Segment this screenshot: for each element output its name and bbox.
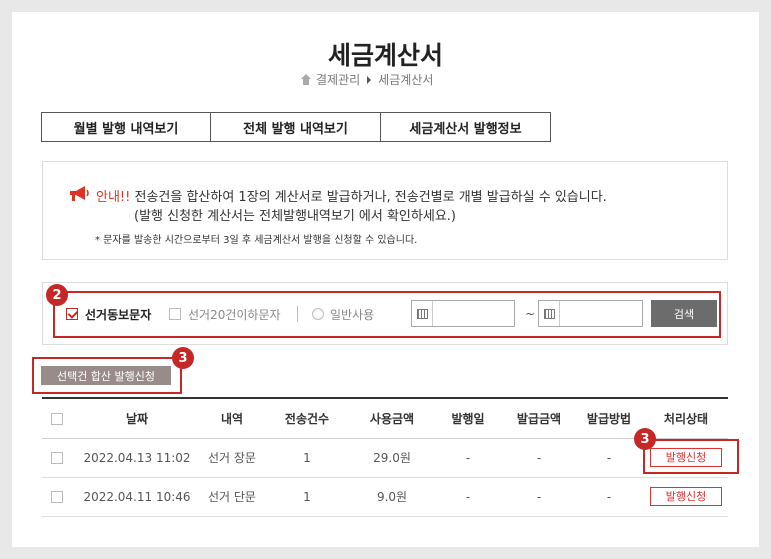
filter-election-small-label: 선거20건이하문자 xyxy=(188,308,281,322)
cell-issue-date: - xyxy=(465,489,471,504)
breadcrumb: 결제관리 세금계산서 xyxy=(300,71,433,88)
end-date-input[interactable] xyxy=(538,300,643,327)
search-button[interactable]: 검색 xyxy=(651,300,717,327)
column-header: 전송건수 xyxy=(284,411,330,426)
breadcrumb-item: 세금계산서 xyxy=(378,73,434,87)
column-header: 발행일 xyxy=(451,411,485,426)
cell-item: 선거 단문 xyxy=(208,490,256,504)
cell-issue-amount: - xyxy=(536,489,542,504)
filter-general-label: 일반사용 xyxy=(330,308,375,322)
cell-item: 선거 장문 xyxy=(208,451,256,465)
cell-method: - xyxy=(606,489,612,504)
megaphone-icon xyxy=(70,186,89,201)
filter-general-radio[interactable] xyxy=(312,308,324,320)
filter-election-bulk-label: 선거동보문자 xyxy=(85,308,152,322)
chevron-right-icon xyxy=(367,75,372,84)
batch-request-button[interactable]: 선택건 합산 발행신청 xyxy=(41,366,171,385)
calendar-icon[interactable] xyxy=(539,301,560,326)
step-badge: 3 xyxy=(634,428,656,450)
filter-election-small-checkbox[interactable] xyxy=(169,308,181,320)
tab-invoice-info[interactable]: 세금계산서 발행정보 xyxy=(381,112,551,142)
table-row: 2022.04.13 11:02 선거 장문 1 29.0원 - - - 발행신… xyxy=(42,438,728,477)
cell-count: 1 xyxy=(303,450,311,465)
row-checkbox[interactable] xyxy=(51,491,63,503)
cell-amount: 9.0원 xyxy=(376,490,408,504)
notice-line-2: (발행 신청한 계산서는 전체발행내역보기 에서 확인하세요.) xyxy=(134,209,456,224)
calendar-icon[interactable] xyxy=(412,301,433,326)
cell-method: - xyxy=(606,450,612,465)
step-badge: 2 xyxy=(46,284,68,306)
column-header: 처리상태 xyxy=(663,411,709,426)
highlight-box xyxy=(643,439,739,474)
cell-amount: 29.0원 xyxy=(373,451,411,465)
breadcrumb-item[interactable]: 결제관리 xyxy=(316,71,360,88)
notice-prefix: 안내!! xyxy=(96,190,131,205)
column-header: 사용금액 xyxy=(369,411,415,426)
column-header: 날짜 xyxy=(125,411,149,426)
column-header: 발급방법 xyxy=(586,411,632,426)
date-range-separator: ~ xyxy=(525,307,536,321)
cell-count: 1 xyxy=(303,489,311,504)
start-date-input[interactable] xyxy=(411,300,515,327)
row-checkbox[interactable] xyxy=(51,452,63,464)
cell-issue-date: - xyxy=(465,450,471,465)
home-icon[interactable] xyxy=(300,73,312,86)
notice-box: 안내!! 전송건을 합산하여 1장의 계산서로 발급하거나, 전송건별로 개별 … xyxy=(42,161,728,260)
cell-date: 2022.04.13 11:02 xyxy=(83,450,191,465)
filter-election-bulk-checkbox[interactable] xyxy=(66,308,78,320)
cell-issue-amount: - xyxy=(536,450,542,465)
tab-monthly-history[interactable]: 월별 발행 내역보기 xyxy=(41,112,211,142)
column-header: 내역 xyxy=(220,411,244,426)
notice-line-3: * 문자를 발송한 시간으로부터 3일 후 세금계산서 발행을 신청할 수 있습… xyxy=(95,235,418,246)
cell-date: 2022.04.11 10:46 xyxy=(83,489,191,504)
step-badge: 3 xyxy=(172,347,194,369)
invoice-table: 날짜 내역 전송건수 사용금액 발행일 발급금액 발급방법 처리상태 2022.… xyxy=(42,397,728,517)
table-header-row: 날짜 내역 전송건수 사용금액 발행일 발급금액 발급방법 처리상태 xyxy=(42,398,728,438)
column-header: 발급금액 xyxy=(516,411,562,426)
notice-line-1: 안내!! 전송건을 합산하여 1장의 계산서로 발급하거나, 전송건별로 개별 … xyxy=(96,186,607,205)
select-all-checkbox[interactable] xyxy=(51,412,63,425)
page-title: 세금계산서 xyxy=(327,41,443,70)
table-row: 2022.04.11 10:46 선거 단문 1 9.0원 - - - 발행신청 xyxy=(42,477,728,516)
tab-all-history[interactable]: 전체 발행 내역보기 xyxy=(211,112,381,142)
tab-bar: 월별 발행 내역보기 전체 발행 내역보기 세금계산서 발행정보 xyxy=(41,112,551,142)
issue-request-button[interactable]: 발행신청 xyxy=(650,487,722,506)
notice-text: 전송건을 합산하여 1장의 계산서로 발급하거나, 전송건별로 개별 발급하실 … xyxy=(134,190,607,205)
divider xyxy=(297,306,298,322)
